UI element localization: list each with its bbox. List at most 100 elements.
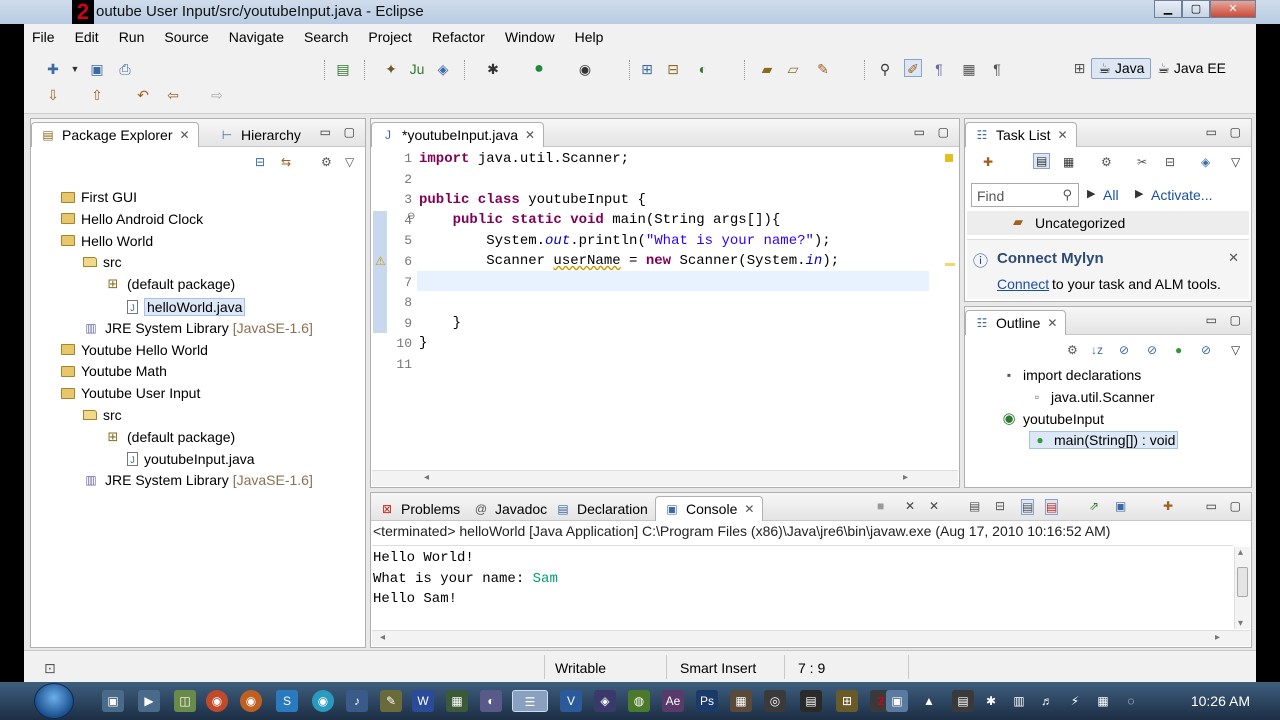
collapse-all-icon[interactable]: ⊟ <box>255 155 265 169</box>
block-selection-icon[interactable]: ▦ <box>960 60 978 78</box>
package-tree-item[interactable]: Youtube User Input <box>61 385 200 401</box>
new-class-icon[interactable]: ◈ <box>434 60 452 78</box>
run-icon[interactable]: ● <box>530 60 548 78</box>
package-tree-item[interactable]: JhelloWorld.java <box>127 298 246 316</box>
print-icon[interactable]: ⎙ <box>116 60 134 78</box>
tab-problems[interactable]: ⊠ Problems <box>371 496 468 521</box>
app3-icon[interactable]: ◍ <box>628 690 650 712</box>
pin-console-icon[interactable]: ⇗ <box>1089 499 1099 513</box>
hide-completed-icon[interactable]: ✂ <box>1137 155 1147 169</box>
new-junit-icon[interactable]: Ju <box>408 60 426 78</box>
itunes-icon[interactable]: ♪ <box>346 690 368 712</box>
debug-icon[interactable]: ✱ <box>484 60 502 78</box>
new-task-icon[interactable]: ✚ <box>983 155 993 169</box>
open-folder-icon[interactable]: ▱ <box>784 60 802 78</box>
new-interface-icon[interactable]: ⊟ <box>664 60 682 78</box>
last-edit-icon[interactable]: ↶ <box>134 86 152 104</box>
tab-hierarchy[interactable]: ⊢ Hierarchy <box>211 122 309 147</box>
tab-declaration[interactable]: ▤ Declaration <box>547 496 656 521</box>
activate-link[interactable]: Activate... <box>1151 187 1212 203</box>
app9-icon[interactable]: ▣ <box>886 690 908 712</box>
scroll-down-icon[interactable]: ▾ <box>1238 618 1243 629</box>
media-icon[interactable]: ▶ <box>138 690 160 712</box>
network-icon[interactable]: ▥ <box>1008 690 1030 712</box>
new-package-icon[interactable]: ⊞ <box>638 60 656 78</box>
clear-console-icon[interactable]: ▤ <box>969 499 980 513</box>
minimize-view-icon[interactable]: ▭ <box>1206 125 1217 139</box>
overview-ruler[interactable] <box>942 148 958 470</box>
console-hscrollbar[interactable]: ◂ ▸ <box>372 630 1250 646</box>
close-button[interactable]: ✕ <box>1210 0 1256 18</box>
calc-icon[interactable]: ▦ <box>446 690 468 712</box>
back-icon[interactable]: ⇦ <box>164 86 182 104</box>
mark-occurrences-icon[interactable]: ✐ <box>904 59 922 77</box>
close-icon[interactable]: ✕ <box>1047 316 1057 330</box>
close-icon[interactable]: ✕ <box>1057 128 1067 142</box>
console-vscrollbar[interactable]: ▴ ▾ <box>1234 547 1250 629</box>
scroll-up-icon[interactable]: ▴ <box>1238 547 1243 558</box>
scheduled-icon[interactable]: ▦ <box>1063 155 1074 169</box>
save-icon[interactable]: ▣ <box>88 60 106 78</box>
scroll-right-icon[interactable]: ▸ <box>903 472 908 483</box>
menu-search[interactable]: Search <box>304 29 348 45</box>
pilcrow-icon[interactable]: ¶ <box>988 60 1006 78</box>
tab-youtubeinput-java[interactable]: J *youtubeInput.java ✕ <box>371 122 545 147</box>
minimize-view-icon[interactable]: ▭ <box>1206 499 1217 513</box>
show-stdout-icon[interactable]: ▤ <box>1021 499 1035 515</box>
show-whitespace-icon[interactable]: ¶ <box>930 60 948 78</box>
categorized-icon[interactable]: ▤ <box>1033 153 1051 169</box>
menu-refactor[interactable]: Refactor <box>432 29 485 45</box>
hide-nonpublic-icon[interactable]: ● <box>1175 343 1182 357</box>
minimize-view-icon[interactable]: ▭ <box>320 125 331 139</box>
package-tree-item[interactable]: JyoutubeInput.java <box>127 451 255 467</box>
tab-outline[interactable]: ☷ Outline ✕ <box>965 310 1067 335</box>
menu-window[interactable]: Window <box>505 29 555 45</box>
menu-run[interactable]: Run <box>119 29 145 45</box>
power-icon[interactable]: ⚡ <box>1064 690 1086 712</box>
messenger-icon[interactable]: ◉ <box>312 690 334 712</box>
view-menu-icon[interactable]: ▽ <box>345 155 354 169</box>
explorer-icon[interactable]: ▣ <box>102 690 124 712</box>
sync-icon[interactable]: ⚙ <box>1101 155 1112 169</box>
scroll-left-icon[interactable]: ◂ <box>424 472 429 483</box>
app-icon[interactable]: ◫ <box>174 690 196 712</box>
show-hidden-icons-icon[interactable]: ▲ <box>922 690 936 712</box>
app7-icon[interactable]: ⊞ <box>836 690 858 712</box>
toggle-breadcrumb-icon[interactable]: ⚲ <box>876 60 894 78</box>
maximize-button[interactable]: ▢ <box>1182 0 1210 18</box>
tab-package-explorer[interactable]: ▤ Package Explorer ✕ <box>31 122 199 147</box>
new-java-project-icon[interactable]: ✦ <box>382 60 400 78</box>
menu-file[interactable]: File <box>32 29 55 45</box>
minimize-button[interactable]: ▁ <box>1154 0 1182 18</box>
overview-marker-icon[interactable] <box>945 154 953 162</box>
connect-link[interactable]: Connect <box>997 276 1049 292</box>
warning-icon[interactable]: ⚠ <box>375 254 386 268</box>
package-tree-item[interactable]: First GUI <box>61 189 137 205</box>
close-notice-icon[interactable]: ✕ <box>1228 250 1239 266</box>
outline-item-class[interactable]: ◉ youtubeInput <box>1001 411 1104 427</box>
package-tree-item[interactable]: ▥ JRE System Library [JavaSE-1.6] <box>83 472 313 488</box>
debug-toggle-icon[interactable]: ▤ <box>334 60 352 78</box>
outline-item-imports[interactable]: ▪ import declarations <box>1001 367 1141 383</box>
scroll-thumb[interactable] <box>1237 567 1248 597</box>
find-input[interactable]: Find ⚲ <box>971 183 1079 207</box>
sort-icon[interactable]: ↓z <box>1091 343 1103 357</box>
volume-icon[interactable]: ♬ <box>1036 690 1058 712</box>
word-icon[interactable]: W <box>412 690 434 712</box>
remove-all-icon[interactable]: ✕ <box>929 499 939 513</box>
uncategorized-row[interactable]: ▰ Uncategorized <box>967 211 1249 235</box>
search-tool-icon[interactable]: ✎ <box>814 60 832 78</box>
app2-icon[interactable]: ◈ <box>594 690 616 712</box>
menu-help[interactable]: Help <box>575 29 604 45</box>
fold-icon[interactable]: ⊖ <box>407 211 415 222</box>
next-annotation-icon[interactable]: ⇩ <box>44 86 62 104</box>
filters-icon[interactable]: ⚙ <box>1067 343 1078 357</box>
hide-fields-icon[interactable]: ⊘ <box>1119 343 1129 357</box>
close-icon[interactable]: ✕ <box>744 502 754 516</box>
tray-steam-icon[interactable]: ✱ <box>980 690 1002 712</box>
prev-annotation-icon[interactable]: ⇧ <box>88 86 106 104</box>
all-link[interactable]: All <box>1103 187 1119 203</box>
package-tree-item[interactable]: ▥ JRE System Library [JavaSE-1.6] <box>83 320 313 336</box>
console-output[interactable]: Hello World! What is your name: Sam Hell… <box>373 548 558 610</box>
firefox-icon[interactable]: ◉ <box>240 690 262 712</box>
